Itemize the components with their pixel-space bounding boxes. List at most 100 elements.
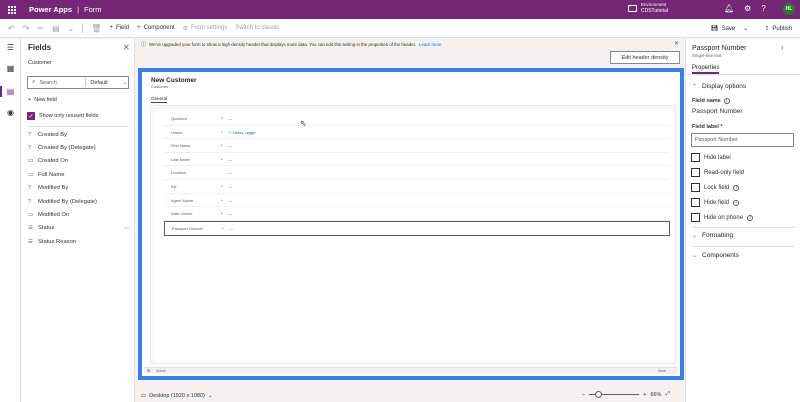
form-preview-frame[interactable]: New Customer Customer General Question * -… [138, 68, 684, 380]
form-entity-subtitle: Customer [151, 84, 169, 89]
fit-to-screen-icon[interactable]: ⤢ [665, 391, 669, 398]
search-input[interactable]: Search [39, 80, 85, 86]
settings-icon: ⚙︎ [182, 25, 188, 32]
waffle-icon[interactable] [8, 5, 16, 14]
fields-icon[interactable]: ▤ [5, 87, 16, 96]
field-list-item[interactable]: ▭ Created On [28, 155, 132, 168]
fields-panel-title: Fields [28, 43, 52, 52]
environment-picker[interactable]: Environment CDSTutorial [628, 2, 668, 14]
components-section[interactable]: ⌄ Components [692, 252, 739, 259]
form-record-title[interactable]: New Customer [151, 77, 197, 84]
form-section[interactable]: Question * --- Owner * ⚇ Henry Legge First N… [150, 105, 676, 364]
chevron-down-icon[interactable]: ⌄ [122, 80, 127, 86]
show-unused-label: Show only unused fields [39, 113, 99, 119]
info-icon[interactable]: i [723, 98, 730, 104]
field-list-item[interactable]: ? Created By [28, 128, 132, 141]
field-type-icon: ? [28, 185, 32, 192]
info-message-bar: ⓘ We've upgraded your form to show a hig… [135, 39, 685, 49]
form-field-row[interactable]: Date Joined * --- [164, 207, 670, 221]
field-list-item[interactable]: ☰ Status ⋯ [28, 222, 132, 235]
form-field-row[interactable]: Owner * ⚇ Henry Legge [164, 126, 670, 140]
bell-icon[interactable]: 🔔︎ [724, 4, 734, 13]
app-title[interactable]: Power Apps [29, 5, 72, 14]
form-preview: New Customer Customer General Question * -… [144, 74, 678, 374]
lock-field-checkbox[interactable]: Lock field i [691, 183, 740, 192]
save-label: Save [721, 25, 736, 32]
field-type-icon: ? [28, 198, 32, 205]
owner-lookup-link[interactable]: ⚇ Henry Legge [228, 130, 256, 135]
status-bar: ▭ Desktop (1920 x 1080) ⌄ − + 66% ⤢ [135, 390, 685, 402]
info-icon[interactable]: i [747, 214, 754, 221]
tab-properties[interactable]: Properties [692, 65, 720, 74]
form-field-row[interactable]: Question * --- [164, 112, 670, 126]
switch-classic-button[interactable]: Switch to classic [235, 25, 279, 31]
zoom-slider[interactable] [589, 391, 640, 398]
close-icon[interactable]: ✕ [674, 40, 679, 47]
info-icon[interactable]: i [733, 184, 740, 191]
close-icon[interactable]: ✕ [123, 43, 130, 52]
hamburger-icon[interactable]: ☰ [5, 43, 16, 52]
chevron-right-icon[interactable]: › [781, 43, 784, 52]
gear-icon[interactable]: ⚙︎ [744, 4, 751, 13]
field-list-item[interactable]: ? Created By (Delegate) [28, 141, 132, 154]
field-list-item[interactable]: ▭ Modified On [28, 208, 132, 221]
field-list-item[interactable]: ? Modified By (Delegate) [28, 195, 132, 208]
form-field-row[interactable]: Last Name * --- [164, 153, 670, 167]
publish-button[interactable]: ⇪ Publish [764, 25, 792, 33]
info-icon[interactable]: i [733, 199, 740, 206]
field-label-input[interactable]: Passport Number [691, 133, 794, 147]
tab-general[interactable]: General [151, 96, 168, 103]
field-list-item[interactable]: ? Modified By [28, 182, 132, 195]
form-settings-button[interactable]: ⚙︎ Form settings [183, 25, 228, 32]
more-icon[interactable]: ⋯ [124, 225, 130, 232]
form-field-row[interactable]: First Name * --- [164, 139, 670, 153]
active-indicator [0, 86, 2, 97]
paste-icon[interactable]: ▤ [52, 24, 60, 33]
display-options-section[interactable]: ⌃ Display options [692, 83, 746, 90]
save-button[interactable]: 💾︎ Save [710, 25, 736, 33]
chevron-up-icon: ⌃ [692, 84, 698, 90]
properties-title: Passport Number [692, 45, 747, 52]
field-filter-select[interactable]: Default [90, 80, 122, 86]
save-icon: 💾︎ [710, 26, 719, 32]
hide-on-phone-checkbox[interactable]: Hide on phone i [691, 213, 754, 222]
redo-icon[interactable]: ↷ [23, 24, 30, 33]
edit-header-density-button[interactable]: Edit header density [610, 51, 680, 64]
zoom-out-icon[interactable]: − [582, 392, 585, 398]
cut-icon[interactable]: ✂ [37, 24, 44, 33]
formatting-section[interactable]: ⌄ Formatting [692, 232, 733, 239]
form-field-row-selected[interactable]: Passport Number * --- [164, 220, 670, 236]
add-field-button[interactable]: + Field [110, 25, 130, 31]
page-title: Form [84, 5, 102, 14]
components-icon[interactable]: ◉ [5, 108, 16, 117]
info-message: We've upgraded your form to show a high … [149, 41, 417, 47]
title-separator: | [77, 5, 80, 14]
show-unused-checkbox[interactable]: ✓ Show only unused fields [27, 112, 98, 120]
zoom-control: − + 66% ⤢ [582, 391, 670, 398]
avatar[interactable]: HL [783, 3, 795, 15]
undo-icon[interactable]: ↶ [8, 24, 15, 33]
chevron-down-icon[interactable]: ⌄ [743, 25, 748, 32]
zoom-slider-thumb[interactable] [595, 391, 603, 398]
chevron-down-icon: ⌄ [692, 253, 698, 259]
form-field-row[interactable]: Location --- [164, 166, 670, 180]
chevron-down-icon[interactable]: ⌄ [68, 24, 75, 33]
field-list-item[interactable]: ☰ Status Reason [28, 235, 132, 248]
zoom-in-icon[interactable]: + [643, 392, 646, 398]
tree-view-icon[interactable]: ▦ [5, 64, 16, 73]
read-only-checkbox[interactable]: Read-only field [691, 168, 744, 177]
add-component-button[interactable]: + Component [137, 25, 175, 31]
new-field-button[interactable]: + New field [28, 97, 57, 103]
field-label-label: Field label * [692, 124, 723, 130]
form-field-row[interactable]: Kill * --- [164, 180, 670, 194]
help-icon[interactable]: ? [761, 4, 765, 13]
checkmark-icon: ✓ [27, 112, 35, 120]
app-header: Power Apps | Form Environment CDSTutoria… [0, 0, 800, 19]
form-field-row[interactable]: Agent Name * --- [164, 194, 670, 208]
field-list-item[interactable]: ▭ Full Name [28, 168, 132, 181]
hide-label-checkbox[interactable]: Hide label [691, 153, 731, 162]
delete-icon[interactable]: 🗑︎ [91, 24, 101, 33]
hide-field-checkbox[interactable]: Hide field i [691, 198, 740, 207]
device-preview-select[interactable]: ▭ Desktop (1920 x 1080) ⌄ [141, 393, 212, 399]
learn-more-link[interactable]: Learn more [419, 42, 441, 47]
